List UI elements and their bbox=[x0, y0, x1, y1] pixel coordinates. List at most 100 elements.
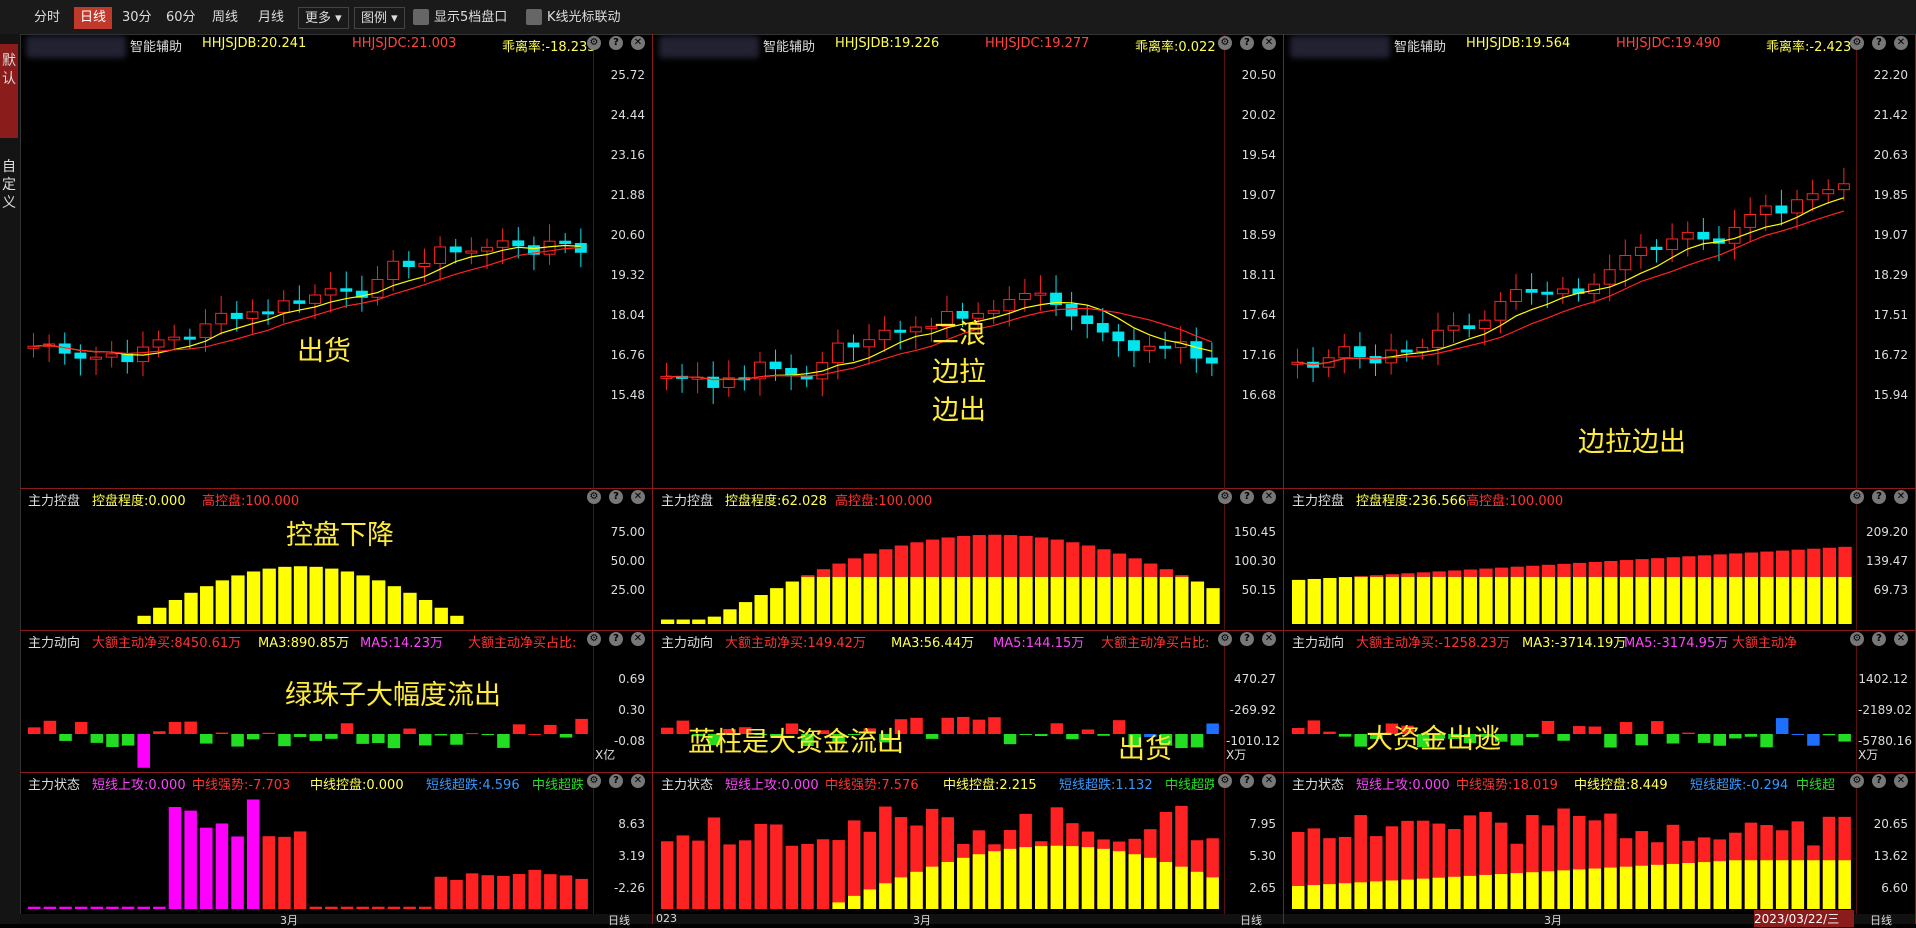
state-bar-mid bbox=[1003, 848, 1017, 909]
state-bar bbox=[262, 836, 276, 909]
flow-bar bbox=[1541, 720, 1555, 734]
tab-daily[interactable]: 日线 bbox=[74, 7, 113, 29]
state-bar bbox=[497, 875, 510, 909]
candle-body bbox=[1432, 329, 1444, 348]
flow-bar bbox=[278, 734, 291, 747]
chart-panel-1[interactable]: 智能辅助 HHJSJDB:20.241 HHJSJDC:21.003 乖离率:-18.… bbox=[20, 34, 653, 927]
tab-60min[interactable]: 60分 bbox=[160, 7, 202, 29]
control-bar-high bbox=[1838, 546, 1852, 577]
state-bar-mid bbox=[1066, 846, 1079, 909]
candle-body bbox=[1065, 303, 1078, 317]
candle-body bbox=[481, 246, 493, 252]
control-bar bbox=[1432, 576, 1446, 624]
control-bar-high bbox=[1573, 562, 1587, 577]
candle-body bbox=[1447, 325, 1460, 331]
flow-bar bbox=[1206, 723, 1219, 734]
state-bar-mid bbox=[1448, 876, 1461, 909]
chart-panel-2[interactable]: 智能辅助 HHJSJDB:19.226 HHJSJDC:19.277 乖离率:0.02… bbox=[653, 34, 1284, 927]
candle-body bbox=[1190, 341, 1203, 359]
control-bar-high bbox=[863, 553, 877, 577]
candle-body bbox=[293, 300, 306, 304]
state-bar bbox=[848, 820, 861, 909]
state-bar bbox=[832, 840, 845, 909]
control-bar bbox=[1019, 576, 1033, 624]
sidebar-tab-default[interactable]: 默认 bbox=[0, 44, 18, 138]
sidebar-tab-custom[interactable]: 自定义 bbox=[0, 158, 18, 212]
legend-dropdown[interactable]: 图例 ▾ bbox=[354, 7, 405, 29]
state-bar bbox=[512, 874, 526, 909]
more-dropdown[interactable]: 更多 ▾ bbox=[298, 7, 349, 29]
candle-body bbox=[1541, 291, 1554, 295]
state-bar-mid bbox=[1159, 861, 1173, 909]
control-bar-high bbox=[894, 545, 908, 577]
control-bar bbox=[1066, 576, 1080, 624]
state-bar-mid bbox=[1385, 880, 1399, 909]
candle-body bbox=[496, 240, 509, 248]
control-bar bbox=[832, 576, 846, 624]
control-bar bbox=[1775, 576, 1790, 624]
tab-30min[interactable]: 30分 bbox=[116, 7, 158, 29]
control-bar-high bbox=[1744, 552, 1758, 577]
state-bar bbox=[106, 906, 119, 909]
control-bar bbox=[262, 568, 276, 624]
control-bar-high bbox=[925, 539, 940, 577]
flow-bar bbox=[215, 732, 229, 734]
tab-timeshare[interactable]: 分时 bbox=[28, 7, 66, 29]
candle-body bbox=[559, 240, 572, 245]
state-bar-mid bbox=[972, 854, 986, 909]
tab-monthly[interactable]: 月线 bbox=[252, 7, 290, 29]
chart-panel-3[interactable]: 智能辅助 HHJSJDB:19.564 HHJSJDC:19.490 乖离率:-2.4… bbox=[1284, 34, 1916, 927]
checkbox-depth[interactable] bbox=[413, 9, 429, 25]
left-sidebar: 默认 自定义 bbox=[0, 34, 21, 924]
control-bar bbox=[1401, 576, 1415, 624]
control-bar-high bbox=[1791, 549, 1805, 577]
state-bar bbox=[403, 906, 416, 909]
state-bar-mid bbox=[1097, 848, 1110, 909]
flow-bar bbox=[465, 733, 479, 735]
control-bar-high bbox=[1775, 550, 1790, 577]
tab-weekly[interactable]: 周线 bbox=[206, 7, 244, 29]
candle-body bbox=[1353, 346, 1366, 358]
candle-body bbox=[152, 339, 165, 348]
candle-body bbox=[1525, 289, 1538, 293]
candle-body bbox=[215, 312, 228, 325]
state-bar bbox=[465, 873, 479, 909]
control-bar bbox=[1370, 576, 1384, 624]
control-bar bbox=[1760, 576, 1774, 624]
state-bar-mid bbox=[848, 895, 861, 909]
flow-bar bbox=[1190, 734, 1204, 748]
control-bar-high bbox=[1604, 561, 1618, 577]
flow-bar bbox=[59, 734, 72, 741]
candle-body bbox=[1018, 293, 1031, 301]
control-bar bbox=[153, 607, 167, 624]
flow-bar bbox=[246, 734, 260, 740]
control-bar bbox=[1190, 581, 1205, 624]
candle-body bbox=[1666, 238, 1679, 250]
control-bar bbox=[1144, 576, 1158, 624]
state-bar bbox=[528, 869, 541, 909]
candle-body bbox=[831, 342, 844, 364]
control-bar-high bbox=[941, 537, 955, 577]
candle-body bbox=[1619, 254, 1632, 271]
candle-body bbox=[1494, 300, 1507, 321]
state-bar bbox=[356, 906, 369, 909]
flow-bar bbox=[1838, 734, 1851, 742]
control-bar bbox=[1588, 576, 1602, 624]
control-bar bbox=[1791, 576, 1805, 624]
state-bar bbox=[785, 845, 799, 909]
state-bar-mid bbox=[941, 861, 954, 909]
state-bar bbox=[544, 874, 557, 909]
flow-bar bbox=[1573, 726, 1586, 734]
candle-body bbox=[418, 262, 431, 268]
control-bar-high bbox=[1588, 561, 1602, 577]
state-bar-mid bbox=[1604, 867, 1617, 909]
state-bar-mid bbox=[1175, 866, 1188, 909]
control-bar-high bbox=[1729, 553, 1743, 577]
flow-bar bbox=[1175, 734, 1188, 749]
state-bar-mid bbox=[1697, 862, 1711, 909]
control-bar bbox=[1159, 576, 1173, 624]
checkbox-cursor-link[interactable] bbox=[526, 9, 542, 25]
state-bar bbox=[676, 835, 690, 909]
control-bar-high bbox=[1557, 563, 1571, 577]
flow-bar bbox=[988, 717, 1001, 734]
